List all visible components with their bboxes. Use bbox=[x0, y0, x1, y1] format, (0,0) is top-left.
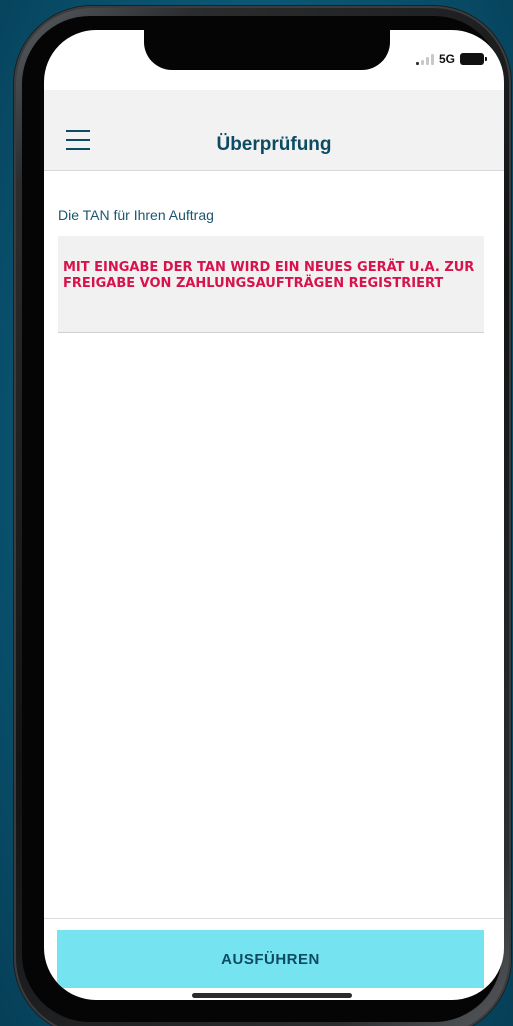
status-bar: 5G bbox=[415, 52, 487, 66]
navigation-bar: Überprüfung bbox=[44, 90, 504, 171]
notch bbox=[144, 30, 390, 70]
home-indicator[interactable] bbox=[192, 993, 352, 998]
warning-box: MIT EINGABE DER TAN WIRD EIN NEUES GERÄT… bbox=[58, 236, 484, 333]
tan-intro-text: Die TAN für Ihren Auftrag bbox=[58, 207, 214, 223]
footer-divider bbox=[44, 918, 504, 919]
background: 5G Überprüfung Die TAN für Ihren Auftrag… bbox=[0, 0, 513, 1026]
page-title: Überprüfung bbox=[216, 134, 332, 155]
execute-button[interactable]: AUSFÜHREN bbox=[57, 930, 484, 988]
network-label: 5G bbox=[438, 52, 455, 66]
warning-text: MIT EINGABE DER TAN WIRD EIN NEUES GERÄT… bbox=[63, 260, 475, 291]
signal-icon bbox=[415, 53, 434, 65]
battery-icon bbox=[460, 53, 487, 65]
app-screen: 5G Überprüfung Die TAN für Ihren Auftrag… bbox=[44, 30, 504, 1000]
